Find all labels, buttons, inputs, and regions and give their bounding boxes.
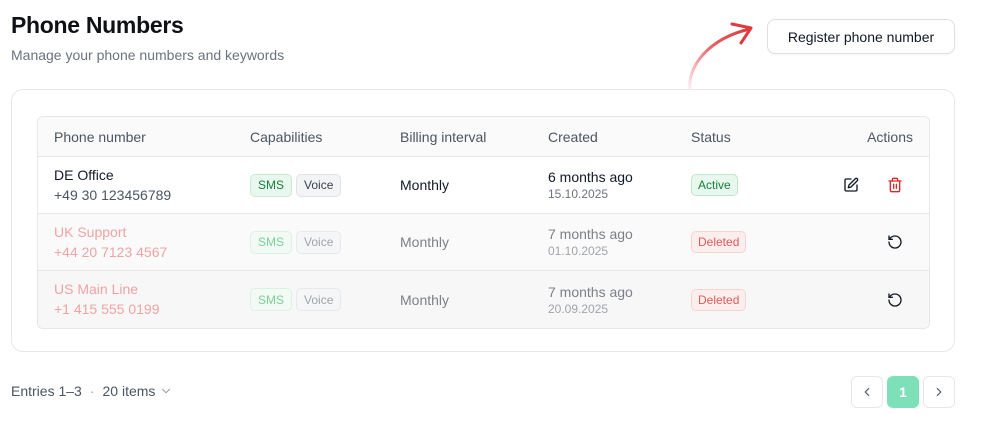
billing-interval: Monthly — [400, 177, 450, 193]
restore-icon — [888, 292, 902, 307]
table-row: US Main Line +1 415 555 0199 SMS Voice M… — [38, 271, 929, 328]
status-badge: Deleted — [691, 288, 747, 311]
phone-name: US Main Line — [54, 281, 139, 297]
billing-interval: Monthly — [400, 291, 450, 308]
register-phone-number-button[interactable]: Register phone number — [767, 19, 955, 54]
capability-sms-badge: SMS — [250, 288, 293, 311]
separator: · — [89, 383, 95, 399]
phone-number: +1 415 555 0199 — [54, 301, 160, 317]
column-header-capabilities: Capabilities — [250, 128, 323, 145]
phone-number: +49 30 123456789 — [54, 186, 172, 203]
phone-number: +44 20 7123 4567 — [54, 243, 168, 260]
pagination: 1 — [851, 376, 955, 408]
page-size-select[interactable]: 20 items — [103, 383, 174, 399]
trash-icon — [888, 177, 902, 193]
created-relative: 7 months ago — [548, 226, 633, 242]
edit-button[interactable] — [837, 171, 865, 199]
page-title: Phone Numbers — [11, 12, 184, 38]
pagination-summary: Entries 1–3 · 20 items — [11, 383, 173, 399]
entries-range: Entries 1–3 — [11, 383, 82, 399]
billing-interval: Monthly — [400, 234, 450, 250]
capability-sms-badge: SMS — [250, 230, 293, 254]
restore-icon — [888, 235, 902, 249]
phone-numbers-table: Phone number Capabilities Billing interv… — [37, 116, 930, 329]
page-size-value: 20 items — [102, 383, 156, 399]
chevron-left-icon — [864, 387, 870, 397]
restore-button[interactable] — [881, 228, 909, 256]
column-header-status: Status — [691, 128, 731, 145]
column-header-billing-interval: Billing interval — [400, 128, 487, 145]
phone-name: DE Office — [54, 166, 114, 183]
table-row: DE Office +49 30 123456789 SMS Voice Mon… — [38, 157, 929, 214]
status-badge: Active — [691, 174, 738, 196]
chevron-down-icon — [162, 388, 171, 394]
capability-sms-badge: SMS — [250, 173, 293, 197]
created-relative: 7 months ago — [548, 283, 633, 300]
restore-button[interactable] — [881, 286, 909, 314]
capability-voice-badge: Voice — [296, 230, 342, 254]
edit-icon — [844, 177, 859, 192]
created-date: 15.10.2025 — [548, 187, 609, 201]
column-header-created: Created — [548, 128, 598, 145]
delete-button[interactable] — [881, 171, 909, 199]
capability-voice-badge: Voice — [296, 173, 342, 197]
page-subtitle: Manage your phone numbers and keywords — [11, 47, 285, 63]
previous-page-button[interactable] — [851, 376, 883, 408]
phone-numbers-card: Phone number Capabilities Billing interv… — [11, 89, 955, 352]
status-badge: Deleted — [691, 231, 747, 253]
phone-name: UK Support — [54, 223, 127, 240]
hint-arrow-icon — [688, 22, 753, 94]
table-header: Phone number Capabilities Billing interv… — [38, 117, 929, 157]
created-date: 01.10.2025 — [548, 244, 609, 258]
page-button-1[interactable]: 1 — [887, 376, 919, 408]
chevron-right-icon — [936, 387, 942, 397]
created-relative: 6 months ago — [548, 169, 633, 185]
created-date: 20.09.2025 — [548, 301, 609, 316]
next-page-button[interactable] — [923, 376, 955, 408]
table-row: UK Support +44 20 7123 4567 SMS Voice Mo… — [38, 214, 929, 271]
column-header-actions: Actions — [867, 128, 913, 145]
column-header-phone-number: Phone number — [54, 128, 146, 145]
capability-voice-badge: Voice — [296, 288, 342, 311]
